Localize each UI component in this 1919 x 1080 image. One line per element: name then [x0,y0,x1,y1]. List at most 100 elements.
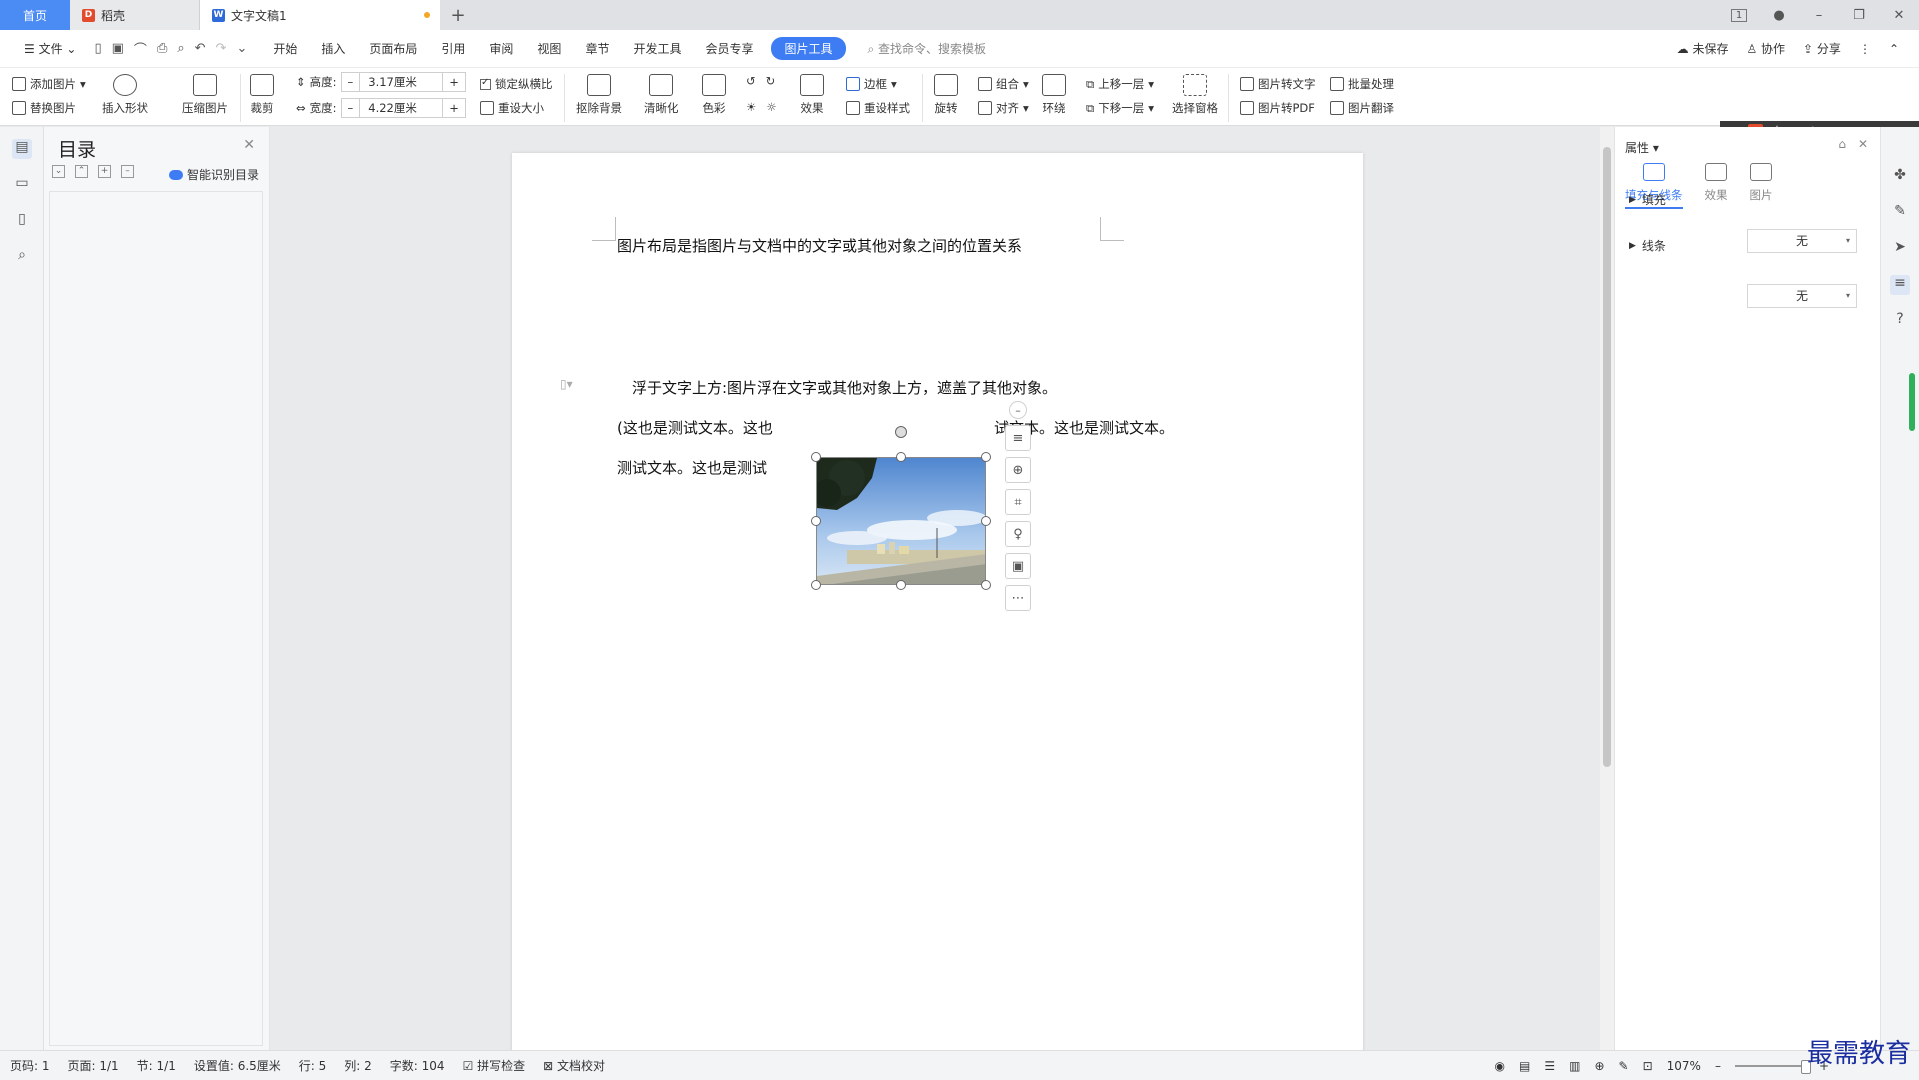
edit-pen-icon[interactable]: ✎ [1890,203,1910,223]
remove-bg-button[interactable]: 抠除背景 [576,74,622,116]
save-icon[interactable]: ▣ [112,41,124,56]
zoom-out-button[interactable]: – [1715,1059,1721,1073]
paragraph-1[interactable]: 图片布局是指图片与文档中的文字或其他对象之间的位置关系 [617,235,1022,256]
smart-toc-button[interactable]: 智能识别目录 [168,166,259,183]
eye-protect-icon[interactable]: ◉ [1495,1059,1505,1073]
resize-handle-se[interactable] [981,580,991,590]
resize-handle-nw[interactable] [811,452,821,462]
format-painter-icon[interactable]: ⌒ [134,39,147,58]
side-scroll-indicator[interactable] [1909,373,1915,431]
restore-button[interactable]: ❐ [1839,8,1879,23]
share-button[interactable]: ⇪ 分享 [1803,40,1841,57]
document-canvas[interactable]: 图片布局是指图片与文档中的文字或其他对象之间的位置关系 ▯▾ 浮于文字上方:图片… [270,127,1600,1050]
close-button[interactable]: ✕ [1879,8,1919,23]
unsaved-status[interactable]: ☁ 未保存 [1677,40,1729,57]
pin-icon[interactable]: ⌂ [1838,137,1846,151]
print-icon[interactable]: ⎙ [157,41,167,56]
menu-item-picture-tools[interactable]: 图片工具 [771,37,846,60]
replace-image-button[interactable]: 替换图片 [12,100,76,116]
menu-item-view[interactable]: 视图 [525,40,573,57]
line-row[interactable]: ▶ 线条 [1629,237,1666,254]
resize-handle-ne[interactable] [981,452,991,462]
style-icon[interactable]: ✤ [1890,167,1910,187]
rotate-right-icon[interactable]: ↻ [766,74,776,88]
effect-button[interactable]: 效果 [800,74,824,116]
width-stepper[interactable]: –4.22厘米 + [340,98,466,118]
wrap-button[interactable]: 环绕 [1042,74,1066,116]
reset-style-button[interactable]: 重设样式 [846,100,910,116]
reset-size-button[interactable]: 重设大小 [480,100,544,116]
collab-button[interactable]: ♙ 协作 [1746,40,1785,57]
paragraph-4[interactable]: 测试文本。这也是测试 [617,457,767,478]
web-view-icon[interactable]: ⊕ [1594,1059,1604,1073]
width-plus[interactable]: + [443,101,465,115]
translate-button[interactable]: 图片翻译 [1330,100,1394,116]
move-up-button[interactable]: ⧉ 上移一层 ▾ [1086,76,1154,92]
page-view-icon[interactable]: ▤ [1519,1059,1530,1073]
chapter-nav-icon[interactable]: ▭ [12,175,32,195]
sharpen-button[interactable]: 清晰化 [644,74,679,116]
collapse-all-icon[interactable]: ⌄ [52,165,65,178]
select-cursor-icon[interactable]: ➤ [1890,239,1910,259]
remove-level-icon[interactable]: – [121,165,134,178]
menu-item-devtools[interactable]: 开发工具 [621,40,693,57]
collapse-ribbon-icon[interactable]: ⌃ [1889,42,1899,56]
avatar[interactable]: ● [1759,8,1799,23]
status-page-code[interactable]: 页码: 1 [10,1057,50,1074]
fill-row[interactable]: ▶ 填充 [1629,191,1666,208]
menu-item-insert[interactable]: 插入 [309,40,357,57]
property-header[interactable]: 属性 ▾ [1625,139,1659,156]
menu-item-references[interactable]: 引用 [429,40,477,57]
add-level-icon[interactable]: + [98,165,111,178]
image-to-text-icon[interactable]: ▣ [1005,553,1031,579]
zoom-in-icon[interactable]: ⊕ [1005,457,1031,483]
width-value[interactable]: 4.22厘米 [359,99,444,117]
crop-float-icon[interactable]: ⌗ [1005,489,1031,515]
resize-handle-n[interactable] [896,452,906,462]
file-menu[interactable]: ☰ 文件 ⌄ [12,40,88,57]
selection-pane-button[interactable]: 选择窗格 [1172,74,1218,116]
more-icon[interactable]: ⋮ [1859,42,1871,56]
menu-item-member[interactable]: 会员专享 [693,40,765,57]
property-settings-icon[interactable]: ≡ [1890,275,1910,295]
rotate-button[interactable]: 旋转 [934,74,958,116]
scrollbar-thumb[interactable] [1603,147,1611,767]
property-close-icon[interactable]: ✕ [1858,137,1868,151]
redo-icon[interactable]: ↷ [216,41,227,56]
paragraph-handle-icon[interactable]: ▯▾ [560,377,573,391]
idea-bulb-icon[interactable]: ♀ [1005,521,1031,547]
vertical-scrollbar[interactable] [1600,127,1614,1050]
compress-image-button[interactable]: 压缩图片 [182,74,228,116]
tab-home[interactable]: 首页 [0,0,70,30]
tab-effect[interactable]: 效果 [1705,163,1728,209]
layout-options-icon[interactable]: ≡ [1005,425,1031,451]
img-to-pdf-button[interactable]: 图片转PDF [1240,100,1315,116]
toc-list[interactable] [49,191,263,1046]
height-minus[interactable]: – [342,75,360,89]
collapse-float-icon[interactable]: – [1009,401,1027,419]
status-section[interactable]: 节: 1/1 [137,1057,176,1074]
height-plus[interactable]: + [443,75,465,89]
minimize-button[interactable]: – [1799,8,1839,23]
fit-page-icon[interactable]: ⊡ [1643,1059,1653,1073]
height-value[interactable]: 3.17厘米 [359,73,444,91]
resize-handle-s[interactable] [896,580,906,590]
write-view-icon[interactable]: ✎ [1619,1059,1629,1073]
line-select[interactable]: 无 ▾ [1747,284,1857,308]
help-icon[interactable]: ? [1890,311,1910,331]
height-stepper[interactable]: –3.17厘米 + [340,72,466,92]
status-page[interactable]: 页面: 1/1 [68,1057,119,1074]
rotate-left-icon[interactable]: ↺ [746,74,756,88]
selected-image[interactable] [811,426,991,590]
toc-close-icon[interactable]: ✕ [243,137,255,153]
align-button[interactable]: 对齐 ▾ [978,100,1029,116]
tab-document[interactable]: W 文字文稿1 [200,0,440,30]
tab-picture[interactable]: 图片 [1750,163,1773,209]
more-options-icon[interactable]: ⋯ [1005,585,1031,611]
menu-item-layout[interactable]: 页面布局 [357,40,429,57]
status-setting[interactable]: 设置值: 6.5厘米 [194,1057,281,1074]
undo-icon[interactable]: ↶ [195,41,206,56]
spell-check-toggle[interactable]: ☑ 拼写检查 [463,1057,526,1074]
tab-daoke[interactable]: D 稻壳 [70,0,200,30]
add-image-button[interactable]: 添加图片 ▾ [12,76,86,92]
